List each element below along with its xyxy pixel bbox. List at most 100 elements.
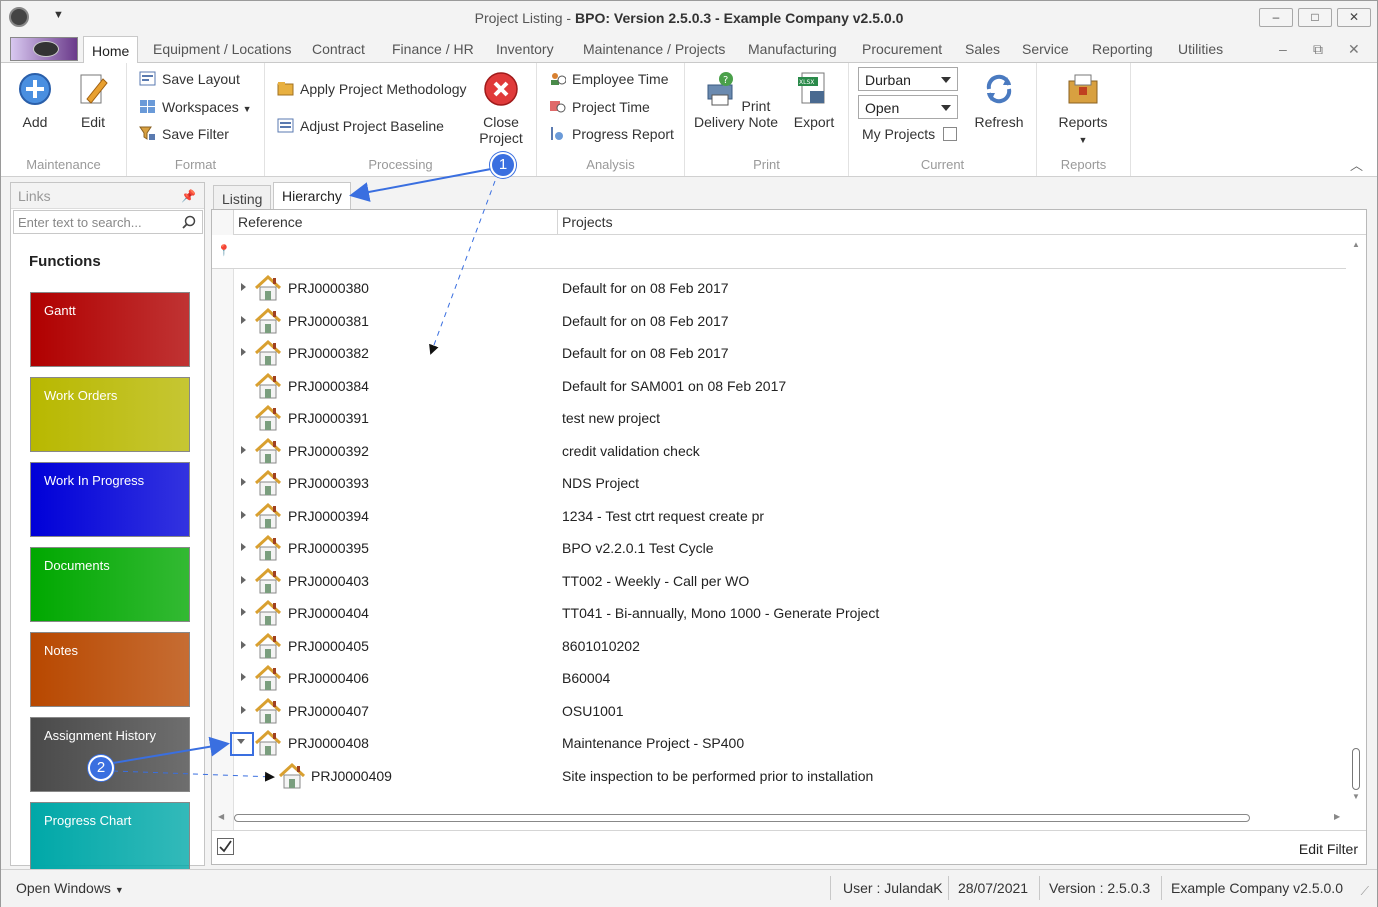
site-select[interactable]: Durban [858,67,958,91]
table-row[interactable]: PRJ0000405 8601010202 [234,630,1344,662]
tab-home[interactable]: Home [83,36,139,64]
table-row[interactable]: PRJ0000391 test new project [234,402,1344,434]
auto-filter-row[interactable]: 📍 [212,235,1346,269]
close-project-button[interactable]: Close Project [471,71,531,146]
mdi-minimize-button[interactable]: – [1279,41,1287,57]
bpo-logo-button[interactable] [10,37,78,61]
table-row[interactable]: PRJ0000380 Default for on 08 Feb 2017 [234,272,1344,304]
table-row[interactable]: PRJ0000394 1234 - Test ctrt request creat… [234,500,1344,532]
export-button[interactable]: XLSX Export [785,71,843,130]
search-icon[interactable] [182,215,196,229]
employee-time-button[interactable]: Employee Time [549,71,668,87]
table-row[interactable]: PRJ0000403 TT002 - Weekly - Call per WO [234,565,1344,597]
apply-project-methodology-button[interactable]: Apply Project Methodology [277,81,467,97]
save-layout-label: Save Layout [162,71,240,87]
open-windows-button[interactable]: Open Windows ▼ [16,880,124,896]
project-house-icon [254,274,282,301]
tab-procurement[interactable]: Procurement [862,41,942,57]
column-header-projects[interactable]: Projects [558,210,1366,235]
expand-row-icon[interactable] [241,283,246,291]
checkbox-box[interactable] [943,127,958,141]
mdi-close-button[interactable]: ✕ [1348,41,1360,58]
function-button-assignment-history[interactable]: Assignment History [30,717,190,792]
table-row[interactable]: PRJ0000381 Default for on 08 Feb 2017 [234,305,1344,337]
expand-row-icon[interactable] [241,705,246,714]
function-button-work-in-progress[interactable]: Work In Progress [30,462,190,537]
expand-row-icon[interactable] [241,608,246,616]
scroll-up-icon[interactable]: ▲ [1352,240,1360,249]
table-row[interactable]: PRJ0000392 credit validation check [234,435,1344,467]
horizontal-scroll-thumb[interactable] [234,814,1250,822]
function-button-gantt[interactable]: Gantt [30,292,190,367]
expand-row-icon[interactable] [241,543,246,551]
table-row[interactable]: PRJ0000409 Site inspection to be performe… [234,760,1344,792]
horizontal-scrollbar[interactable]: ◀ ▶ [218,810,1344,826]
tab-finance-hr[interactable]: Finance / HR [392,41,474,57]
table-row[interactable]: PRJ0000408 Maintenance Project - SP400 [234,727,1344,759]
expand-row-icon[interactable] [241,640,246,649]
add-button[interactable]: Add [13,71,57,130]
tab-inventory[interactable]: Inventory [496,41,554,57]
add-icon [19,73,51,105]
table-row[interactable]: PRJ0000384 Default for SAM001 on 08 Feb 2… [234,370,1344,402]
tab-sales[interactable]: Sales [965,41,1000,57]
scroll-right-icon[interactable]: ▶ [1334,812,1340,821]
edit-filter-button[interactable]: Edit Filter [1299,841,1358,857]
reports-icon [1068,74,1098,104]
table-row[interactable]: PRJ0000393 NDS Project [234,467,1344,499]
adjust-project-baseline-button[interactable]: Adjust Project Baseline [277,118,444,134]
pin-icon[interactable]: 📌 [181,189,196,203]
expand-row-icon[interactable] [241,348,246,356]
workspaces-button[interactable]: Workspaces ▼ [139,99,252,115]
close-button[interactable]: ✕ [1337,8,1371,27]
application-window: ▼ Project Listing - BPO: Version 2.5.0.3… [0,0,1378,907]
reports-button[interactable]: Reports ▼ [1051,71,1115,148]
expand-row-icon[interactable] [241,510,246,519]
vertical-scrollbar[interactable]: ▲ ▼ [1350,240,1362,801]
scroll-down-icon[interactable]: ▼ [1352,792,1360,801]
tab-service[interactable]: Service [1022,41,1069,57]
collapse-ribbon-icon[interactable]: ︿ [1350,155,1363,174]
mdi-restore-button[interactable]: ⧉ [1313,41,1323,58]
progress-report-button[interactable]: Progress Report [549,126,674,142]
expand-row-icon[interactable] [241,478,246,486]
tab-equipment-locations[interactable]: Equipment / Locations [153,41,292,57]
tab-manufacturing[interactable]: Manufacturing [748,41,837,57]
refresh-button[interactable]: Refresh [969,71,1029,130]
print-delivery-note-button[interactable]: ? Print Delivery Note [693,71,779,130]
expand-row-icon[interactable] [241,315,246,324]
tab-maintenance-projects[interactable]: Maintenance / Projects [583,41,725,57]
edit-button[interactable]: Edit [71,71,115,130]
expand-row-icon[interactable] [241,575,246,584]
function-button-work-orders[interactable]: Work Orders [30,377,190,452]
vertical-scroll-thumb[interactable] [1352,748,1360,790]
function-button-progress-chart[interactable]: Progress Chart [30,802,190,877]
status-select[interactable]: Open [858,95,958,119]
expand-row-icon[interactable] [241,673,246,681]
column-header-reference[interactable]: Reference [234,210,558,235]
table-row[interactable]: PRJ0000395 BPO v2.2.0.1 Test Cycle [234,532,1344,564]
function-button-notes[interactable]: Notes [30,632,190,707]
project-time-button[interactable]: Project Time [549,99,650,115]
table-row[interactable]: PRJ0000406 B60004 [234,662,1344,694]
filter-enable-checkbox[interactable] [217,838,234,855]
save-layout-button[interactable]: Save Layout [139,71,240,87]
resize-grip-icon[interactable]: ⟋ [1361,884,1369,899]
tab-utilities[interactable]: Utilities [1178,41,1223,57]
links-search-input[interactable]: Enter text to search... [13,210,203,234]
table-row[interactable]: PRJ0000382 Default for on 08 Feb 2017 [234,337,1344,369]
table-row[interactable]: PRJ0000404 TT041 - Bi-annually, Mono 1000… [234,597,1344,629]
expand-row-icon[interactable] [241,445,246,454]
tab-hierarchy[interactable]: Hierarchy [273,182,351,210]
save-filter-button[interactable]: Save Filter [139,126,229,142]
minimize-button[interactable]: – [1259,8,1293,27]
scroll-left-icon[interactable]: ◀ [218,812,224,821]
maximize-button[interactable]: □ [1298,8,1332,27]
collapse-row-icon[interactable] [237,739,245,744]
tab-reporting[interactable]: Reporting [1092,41,1153,57]
tab-contract[interactable]: Contract [312,41,365,57]
table-row[interactable]: PRJ0000407 OSU1001 [234,695,1344,727]
function-button-documents[interactable]: Documents [30,547,190,622]
tab-listing[interactable]: Listing [213,185,272,210]
my-projects-checkbox[interactable]: My Projects [862,126,958,142]
